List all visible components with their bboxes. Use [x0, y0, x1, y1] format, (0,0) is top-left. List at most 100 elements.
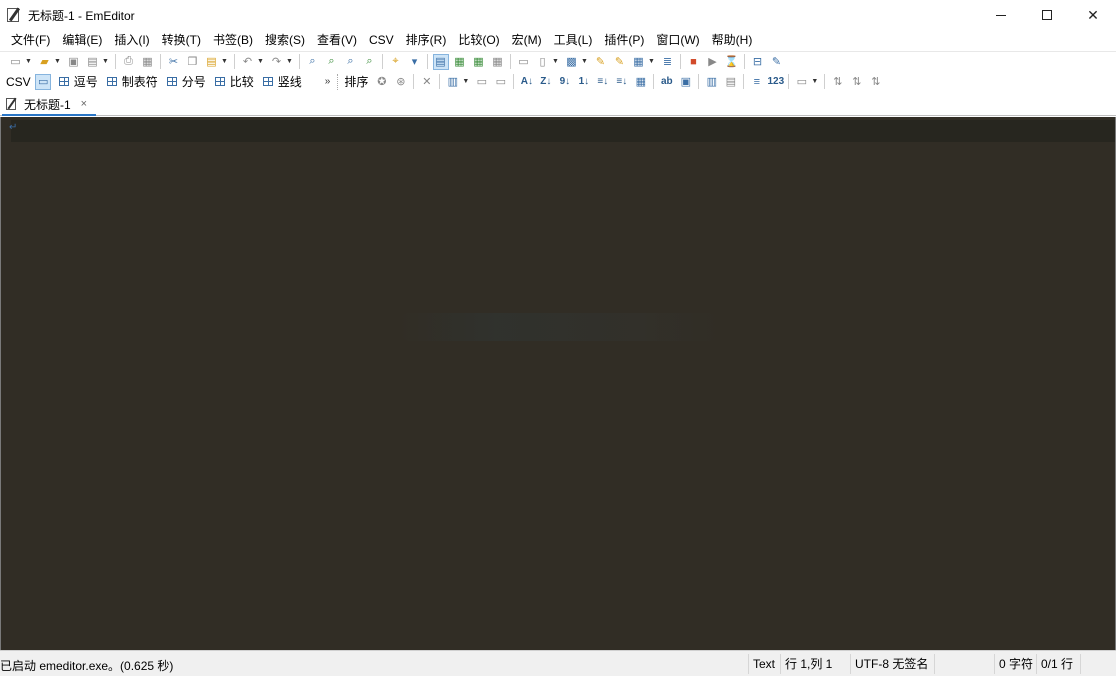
redo-icon[interactable]: ↷ — [269, 54, 285, 70]
marks-dropdown-icon[interactable]: ▼ — [552, 58, 559, 65]
csv-comma-button[interactable]: 逗号 — [58, 73, 98, 90]
word-count-icon[interactable]: ▯ — [535, 54, 551, 70]
format-a-icon[interactable]: ⇅ — [830, 74, 846, 90]
status-cursor-position[interactable]: 行 1,列 1 — [780, 654, 850, 674]
list-icon[interactable]: ≣ — [660, 54, 676, 70]
status-encoding[interactable]: UTF-8 无签名 — [850, 654, 934, 674]
find-previous-icon[interactable]: ⌕ — [343, 54, 359, 70]
sort-numeric-desc-icon[interactable]: 1↓ — [576, 74, 592, 90]
settings-icon[interactable]: ✎ — [769, 54, 785, 70]
sort-length-desc-icon[interactable]: ≡↓ — [614, 74, 630, 90]
menu-help[interactable]: 帮助(H) — [706, 30, 759, 51]
outline-icon[interactable]: ▦ — [631, 54, 647, 70]
toolbar-grip[interactable] — [337, 73, 339, 90]
menu-view[interactable]: 查看(V) — [311, 30, 363, 51]
menu-macros[interactable]: 宏(M) — [506, 30, 548, 51]
find-next-icon[interactable]: ⌕ — [324, 54, 340, 70]
sort-length-asc-icon[interactable]: ≡↓ — [595, 74, 611, 90]
undo-dropdown-icon[interactable]: ▼ — [257, 58, 264, 65]
tab-close-icon[interactable]: × — [81, 98, 87, 110]
cell-icon[interactable]: ▭ — [474, 74, 490, 90]
record-macro-icon[interactable]: ■ — [686, 54, 702, 70]
menu-search[interactable]: 搜索(S) — [259, 30, 311, 51]
undo-icon[interactable]: ↶ — [240, 54, 256, 70]
menu-file[interactable]: 文件(F) — [5, 30, 56, 51]
split-columns-icon[interactable]: ▤ — [723, 74, 739, 90]
menu-tools[interactable]: 工具(L) — [548, 30, 599, 51]
csv-pipe-button[interactable]: 竖线 — [262, 73, 302, 90]
paste-icon[interactable]: ▤ — [204, 54, 220, 70]
sort-date-icon[interactable]: ▦ — [633, 74, 649, 90]
menu-edit[interactable]: 编辑(E) — [56, 30, 108, 51]
filter-icon[interactable]: ▾ — [407, 54, 423, 70]
number-icon[interactable]: 123 — [768, 74, 785, 90]
csv-normal-mode-icon[interactable]: ▭ — [35, 73, 52, 90]
cell-alt-icon[interactable]: ▭ — [493, 74, 509, 90]
text-editor-area[interactable]: ↵ — [0, 117, 1116, 650]
find-in-files-icon[interactable]: ⌖ — [388, 54, 404, 70]
save-icon[interactable]: ▣ — [66, 54, 82, 70]
spell-check-icon[interactable]: ab — [659, 74, 675, 90]
split-window-icon[interactable]: ⊟ — [750, 54, 766, 70]
image-icon[interactable]: ▣ — [678, 74, 694, 90]
menu-plugins[interactable]: 插件(P) — [598, 30, 650, 51]
menu-window[interactable]: 窗口(W) — [650, 30, 705, 51]
minimize-button[interactable] — [978, 0, 1024, 30]
sort-numeric-asc-icon[interactable]: 9↓ — [557, 74, 573, 90]
close-button[interactable]: ✕ — [1070, 0, 1116, 30]
ruler-icon[interactable]: ▭ — [794, 74, 810, 90]
toolbar-overflow-chevron-icon[interactable]: » — [325, 76, 331, 87]
menu-compare[interactable]: 比较(O) — [452, 30, 505, 51]
csv-view-icon[interactable]: ▤ — [432, 53, 449, 70]
emeditor-app-icon[interactable] — [6, 7, 22, 23]
resize-grip[interactable] — [1080, 654, 1116, 674]
replace-icon[interactable]: ⌕ — [362, 54, 378, 70]
new-file-dropdown-icon[interactable]: ▼ — [25, 58, 32, 65]
sort-a-z-icon[interactable]: A↓ — [519, 74, 535, 90]
copy-icon[interactable]: ❐ — [185, 54, 201, 70]
print-icon[interactable]: ⎙ — [121, 54, 137, 70]
menu-insert[interactable]: 插入(I) — [108, 30, 155, 51]
save-all-icon[interactable]: ▤ — [85, 54, 101, 70]
tab-untitled-1[interactable]: 无标题-1 × — [2, 94, 96, 116]
open-dropdown-icon[interactable]: ▼ — [54, 58, 61, 65]
columns-icon[interactable]: ▥ — [445, 74, 461, 90]
maximize-button[interactable] — [1024, 0, 1070, 30]
sort-z-a-icon[interactable]: Z↓ — [538, 74, 554, 90]
config-dropdown-icon[interactable]: ▼ — [581, 58, 588, 65]
ruler-dropdown-icon[interactable]: ▼ — [811, 78, 818, 85]
marks-icon[interactable]: ▭ — [516, 54, 532, 70]
macro-options-icon[interactable]: ⌛ — [724, 54, 740, 70]
csv-semicolon-button[interactable]: 分号 — [166, 73, 206, 90]
find-icon[interactable]: ⌕ — [305, 54, 321, 70]
csv-compare-button[interactable]: 比较 — [214, 73, 254, 90]
outline-dropdown-icon[interactable]: ▼ — [648, 58, 655, 65]
properties-icon[interactable]: ✎ — [593, 54, 609, 70]
join-columns-icon[interactable]: ▥ — [704, 74, 720, 90]
wrap-window-icon[interactable]: ▦ — [471, 54, 487, 70]
save-dropdown-icon[interactable]: ▼ — [102, 58, 109, 65]
new-file-icon[interactable]: ▭ — [8, 54, 24, 70]
print-preview-icon[interactable]: ▦ — [140, 54, 156, 70]
menu-csv[interactable]: CSV — [363, 30, 400, 51]
format-c-icon[interactable]: ⇅ — [868, 74, 884, 90]
run-macro-icon[interactable]: ▶ — [705, 54, 721, 70]
redo-dropdown-icon[interactable]: ▼ — [286, 58, 293, 65]
config-icon[interactable]: ▩ — [564, 54, 580, 70]
wrap-none-icon[interactable]: ▦ — [452, 54, 468, 70]
sort-settings-icon[interactable]: ✪ — [374, 74, 390, 90]
wrap-page-icon[interactable]: ▦ — [490, 54, 506, 70]
menu-convert[interactable]: 转换(T) — [156, 30, 207, 51]
status-text-mode[interactable]: Text — [748, 654, 780, 674]
menu-bookmarks[interactable]: 书签(B) — [207, 30, 259, 51]
columns-dropdown-icon[interactable]: ▼ — [462, 78, 469, 85]
line-list-icon[interactable]: ≡ — [749, 74, 765, 90]
sort-options-icon[interactable]: ⊛ — [393, 74, 409, 90]
paste-dropdown-icon[interactable]: ▼ — [221, 58, 228, 65]
tools-icon[interactable]: ✕ — [419, 74, 435, 90]
open-folder-icon[interactable]: ▰ — [37, 54, 53, 70]
format-b-icon[interactable]: ⇅ — [849, 74, 865, 90]
csv-tab-button[interactable]: 制表符 — [106, 73, 158, 90]
menu-sort[interactable]: 排序(R) — [400, 30, 453, 51]
cut-icon[interactable]: ✂ — [166, 54, 182, 70]
